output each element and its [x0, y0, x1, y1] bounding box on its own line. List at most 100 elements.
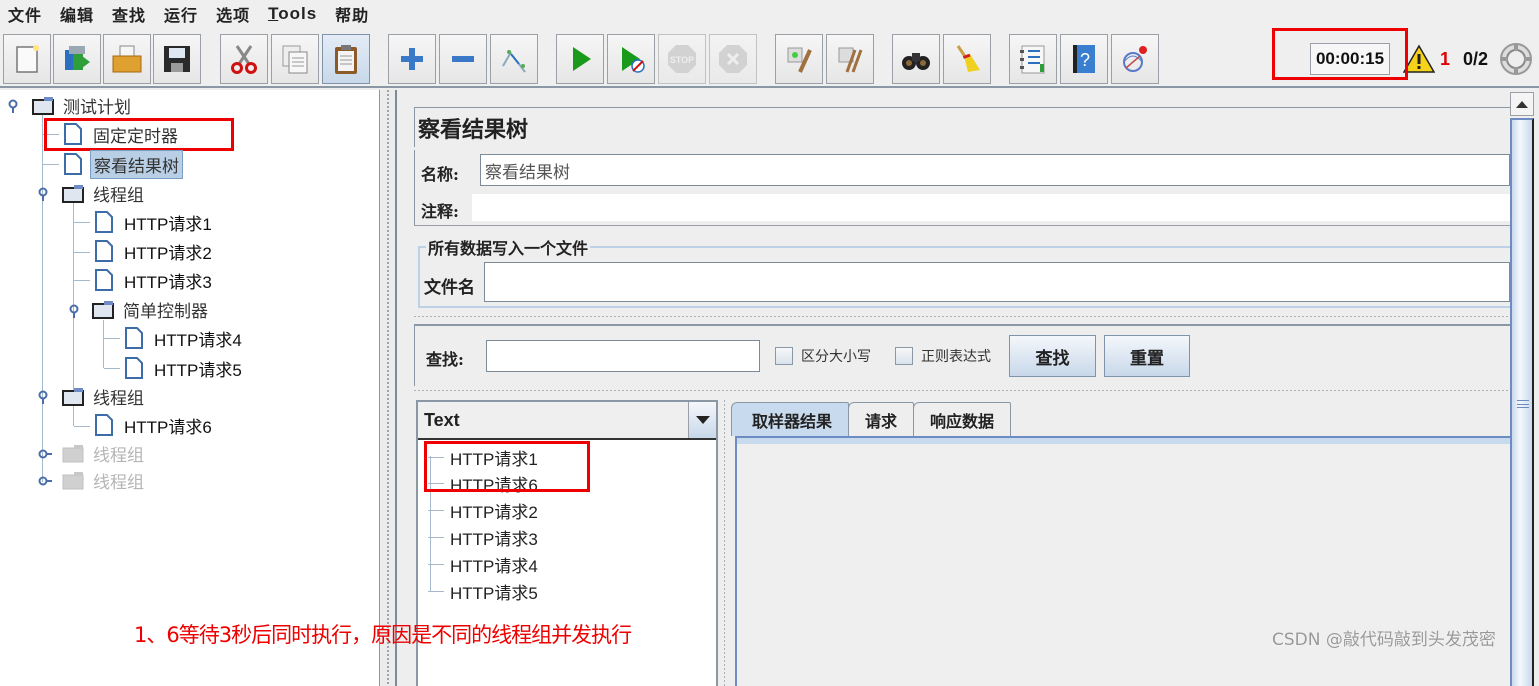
- document-icon: [64, 153, 82, 175]
- help-button[interactable]: ?: [1060, 34, 1108, 84]
- result-item[interactable]: HTTP请求4: [428, 552, 538, 576]
- tree-node-simple-controller[interactable]: 简单控制器: [92, 296, 211, 322]
- vertical-scrollbar[interactable]: [1510, 92, 1534, 686]
- clear-button[interactable]: [775, 34, 823, 84]
- document-icon: [125, 327, 143, 349]
- tree-node-http-request-1[interactable]: HTTP请求1: [93, 209, 215, 235]
- menu-help[interactable]: 帮助: [335, 2, 369, 26]
- shutdown-button[interactable]: [709, 34, 757, 84]
- tree-node-thread-group-disabled-2[interactable]: 线程组: [62, 467, 147, 493]
- expand-all-button[interactable]: [388, 34, 436, 84]
- new-plan-button[interactable]: [3, 34, 51, 84]
- menu-search[interactable]: 查找: [112, 2, 146, 26]
- filename-label: 文件名: [424, 278, 475, 298]
- name-label: 名称:: [421, 165, 459, 184]
- toggle-button[interactable]: [490, 34, 538, 84]
- paste-button[interactable]: [322, 34, 370, 84]
- document-icon: [95, 414, 113, 436]
- name-field[interactable]: 察看结果树: [480, 154, 1510, 186]
- write-to-file-title: 所有数据写入一个文件: [426, 235, 591, 259]
- cut-button[interactable]: [220, 34, 268, 84]
- tab-response-data[interactable]: 响应数据: [913, 402, 1012, 436]
- svg-text:STOP: STOP: [670, 55, 694, 65]
- function-helper-button[interactable]: [1009, 34, 1057, 84]
- remote-button[interactable]: [1111, 34, 1159, 84]
- save-button[interactable]: [153, 34, 201, 84]
- binoculars-icon: [902, 53, 930, 70]
- tree-line: [42, 114, 43, 482]
- copy-icon: [282, 45, 308, 74]
- search-button[interactable]: [892, 34, 940, 84]
- start-button[interactable]: [556, 34, 604, 84]
- menu-file[interactable]: 文件: [8, 2, 42, 26]
- clear-icon: [787, 47, 812, 73]
- collapse-handle-icon[interactable]: [36, 187, 50, 201]
- tree-node-thread-group-1[interactable]: 线程组: [62, 180, 147, 206]
- renderer-value: Text: [424, 409, 460, 430]
- results-highlight-box: [424, 441, 590, 492]
- minus-icon: [452, 56, 474, 62]
- expand-handle-icon[interactable]: [38, 474, 52, 488]
- templates-button[interactable]: [53, 34, 101, 84]
- tree-splitter[interactable]: [381, 90, 397, 686]
- stop-icon: STOP: [668, 45, 696, 73]
- expand-handle-icon[interactable]: [38, 447, 52, 461]
- find-button[interactable]: 查找: [1009, 335, 1096, 377]
- folder-icon: [62, 185, 84, 203]
- document-icon: [125, 357, 143, 379]
- result-item[interactable]: HTTP请求2: [428, 498, 538, 522]
- result-tabs: 取样器结果 请求 响应数据: [731, 402, 1012, 436]
- folder-icon: [32, 97, 54, 115]
- result-item[interactable]: HTTP请求3: [428, 525, 538, 549]
- tab-sampler-result[interactable]: 取样器结果: [731, 402, 850, 436]
- watermark: CSDN @敲代码敲到头发茂密: [1272, 630, 1496, 650]
- tree-node-test-plan[interactable]: 测试计划: [32, 92, 134, 118]
- function-list-icon: [1020, 45, 1045, 74]
- open-button[interactable]: [103, 34, 151, 84]
- top-splitter[interactable]: [414, 313, 1510, 321]
- tree-node-http-request-2[interactable]: HTTP请求2: [93, 238, 215, 264]
- comment-field[interactable]: [472, 194, 1510, 221]
- stop-button[interactable]: STOP: [658, 34, 706, 84]
- regex-checkbox[interactable]: [895, 347, 913, 365]
- start-no-pauses-button[interactable]: [607, 34, 655, 84]
- results-splitter[interactable]: [721, 400, 729, 686]
- reset-button[interactable]: 重置: [1104, 335, 1190, 377]
- scissors-icon: [231, 45, 257, 74]
- templates-icon: [65, 46, 90, 70]
- search-input[interactable]: [486, 340, 760, 372]
- tree-node-http-request-4[interactable]: HTTP请求4: [123, 325, 245, 351]
- tree-node-thread-group-2[interactable]: 线程组: [62, 383, 147, 409]
- tree-line: [104, 338, 120, 339]
- chevron-down-icon[interactable]: [688, 402, 716, 438]
- clear-all-button[interactable]: [826, 34, 874, 84]
- result-item[interactable]: HTTP请求5: [428, 579, 538, 603]
- case-sensitive-checkbox[interactable]: [775, 347, 793, 365]
- collapse-all-button[interactable]: [439, 34, 487, 84]
- menu-tools[interactable]: Tools: [268, 4, 317, 24]
- collapse-handle-icon[interactable]: [67, 304, 81, 318]
- tree-node-view-results-tree[interactable]: 察看结果树: [62, 149, 183, 179]
- copy-button[interactable]: [271, 34, 319, 84]
- menu-edit[interactable]: 编辑: [60, 2, 94, 26]
- tree-node-http-request-5[interactable]: HTTP请求5: [123, 355, 245, 381]
- menu-options[interactable]: 选项: [216, 2, 250, 26]
- menu-run[interactable]: 运行: [164, 2, 198, 26]
- middle-splitter[interactable]: [414, 387, 1510, 395]
- scrollbar-thumb[interactable]: [1510, 118, 1534, 686]
- timer-highlight-box: [1272, 28, 1408, 80]
- error-count[interactable]: 1: [1440, 49, 1450, 70]
- document-icon: [95, 211, 113, 233]
- filename-field[interactable]: [484, 262, 1510, 302]
- renderer-select[interactable]: Text: [418, 402, 716, 440]
- tree-line: [74, 252, 90, 253]
- tree-node-http-request-3[interactable]: HTTP请求3: [93, 267, 215, 293]
- collapse-handle-icon[interactable]: [6, 99, 20, 113]
- tree-node-thread-group-disabled-1[interactable]: 线程组: [62, 440, 147, 466]
- collapse-handle-icon[interactable]: [36, 390, 50, 404]
- reset-search-button[interactable]: [943, 34, 991, 84]
- tree-line: [74, 280, 90, 281]
- scroll-up-button[interactable]: [1510, 92, 1534, 116]
- tab-request[interactable]: 请求: [848, 402, 915, 436]
- tree-node-http-request-6[interactable]: HTTP请求6: [93, 412, 215, 438]
